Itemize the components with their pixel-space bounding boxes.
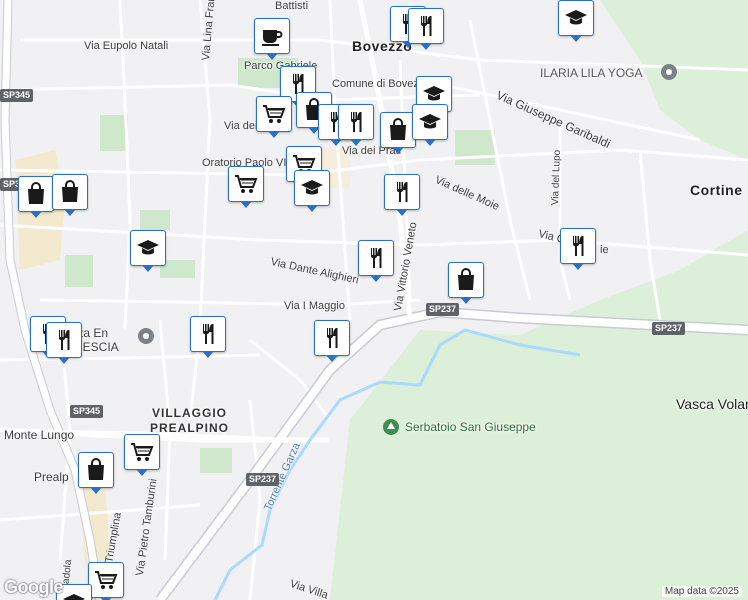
map-marker[interactable] (18, 176, 54, 218)
school-icon (419, 114, 441, 129)
map-marker[interactable] (384, 174, 420, 216)
park-pin-icon[interactable] (382, 418, 400, 436)
road-shield-sp237: SP237 (652, 322, 686, 335)
map-marker[interactable] (190, 316, 226, 358)
shopping-cart-icon (235, 175, 258, 193)
park (140, 210, 170, 230)
map-marker[interactable] (358, 240, 394, 282)
map-marker[interactable] (408, 8, 444, 50)
district-label-line1: VILLAGGIO (152, 406, 227, 420)
poi-pin-icon[interactable] (660, 63, 678, 81)
map-marker[interactable] (256, 96, 292, 138)
shopping-bag-icon (62, 180, 78, 202)
map-marker[interactable] (88, 562, 124, 600)
restaurant-icon (59, 330, 70, 350)
poi-label-yoga: ILARIA LILA YOGA (540, 66, 643, 80)
district-label-villaggio-prealpino: VILLAGGIO PREALPINO (150, 406, 229, 436)
map-attribution[interactable]: Map data ©2025 (661, 586, 742, 597)
map-marker[interactable] (448, 262, 484, 304)
shopping-bag-icon (458, 268, 474, 290)
shopping-cart-icon (95, 571, 118, 589)
street-label: ie (600, 244, 609, 256)
road-shield-sp237: SP237 (426, 303, 460, 316)
restaurant-icon (397, 182, 408, 202)
wooded-area (330, 230, 748, 600)
map-marker[interactable] (124, 434, 160, 476)
district-label-line2: PREALPINO (150, 421, 230, 435)
school-icon (137, 240, 159, 255)
map-marker[interactable] (52, 174, 88, 216)
shopping-bag-icon (28, 182, 44, 204)
road-shield-sp237: SP237 (246, 473, 280, 486)
street-label: Monte Lungo (4, 428, 75, 442)
restaurant-icon (327, 328, 338, 348)
map-marker[interactable] (314, 320, 350, 362)
map-canvas[interactable]: Bovezzo Cortine VILLAGGIO PREALPINO Batt… (0, 0, 748, 600)
park (455, 130, 495, 165)
road-shield-sp345: SP345 (0, 89, 34, 102)
shopping-cart-icon (131, 443, 154, 461)
map-marker[interactable] (558, 0, 594, 42)
shopping-bag-icon (88, 458, 104, 480)
street-label: Via I Maggio (284, 300, 345, 312)
park (200, 448, 232, 473)
map-marker[interactable] (380, 112, 416, 154)
restaurant-icon (421, 16, 432, 36)
street-label: Via Eupolo Natali (84, 40, 169, 52)
poi-label-serbatoio: Serbatoio San Giuseppe (405, 420, 536, 434)
map-marker[interactable] (560, 228, 596, 270)
street-label: Battisti (275, 0, 309, 12)
poi-pin-icon[interactable] (137, 327, 155, 345)
cafe-icon (262, 30, 283, 46)
map-marker[interactable] (228, 166, 264, 208)
map-base-layer (0, 0, 748, 600)
school-icon (63, 594, 85, 600)
town-label-cortine: Cortine (690, 182, 743, 198)
shopping-cart-icon (263, 105, 286, 123)
park (65, 255, 93, 287)
map-marker[interactable] (46, 322, 82, 364)
school-icon (301, 180, 323, 195)
street-label: Prealp (34, 470, 69, 484)
map-marker[interactable] (294, 170, 330, 212)
restaurant-icon (203, 324, 214, 344)
google-logo: Google (4, 577, 64, 597)
restaurant-icon (573, 236, 584, 256)
park (100, 115, 128, 151)
restaurant-icon (351, 112, 362, 132)
place-label: Vasca Volan (676, 396, 748, 412)
road-shield-sp345: SP345 (70, 405, 104, 418)
map-marker[interactable] (412, 104, 448, 146)
restaurant-icon (371, 248, 382, 268)
map-marker[interactable] (338, 104, 374, 146)
map-marker[interactable] (130, 230, 166, 272)
school-icon (565, 10, 587, 25)
street-label: Via del Lupo (550, 149, 563, 206)
map-marker[interactable] (78, 452, 114, 494)
shopping-bag-icon (390, 118, 406, 140)
map-marker[interactable] (254, 18, 290, 60)
